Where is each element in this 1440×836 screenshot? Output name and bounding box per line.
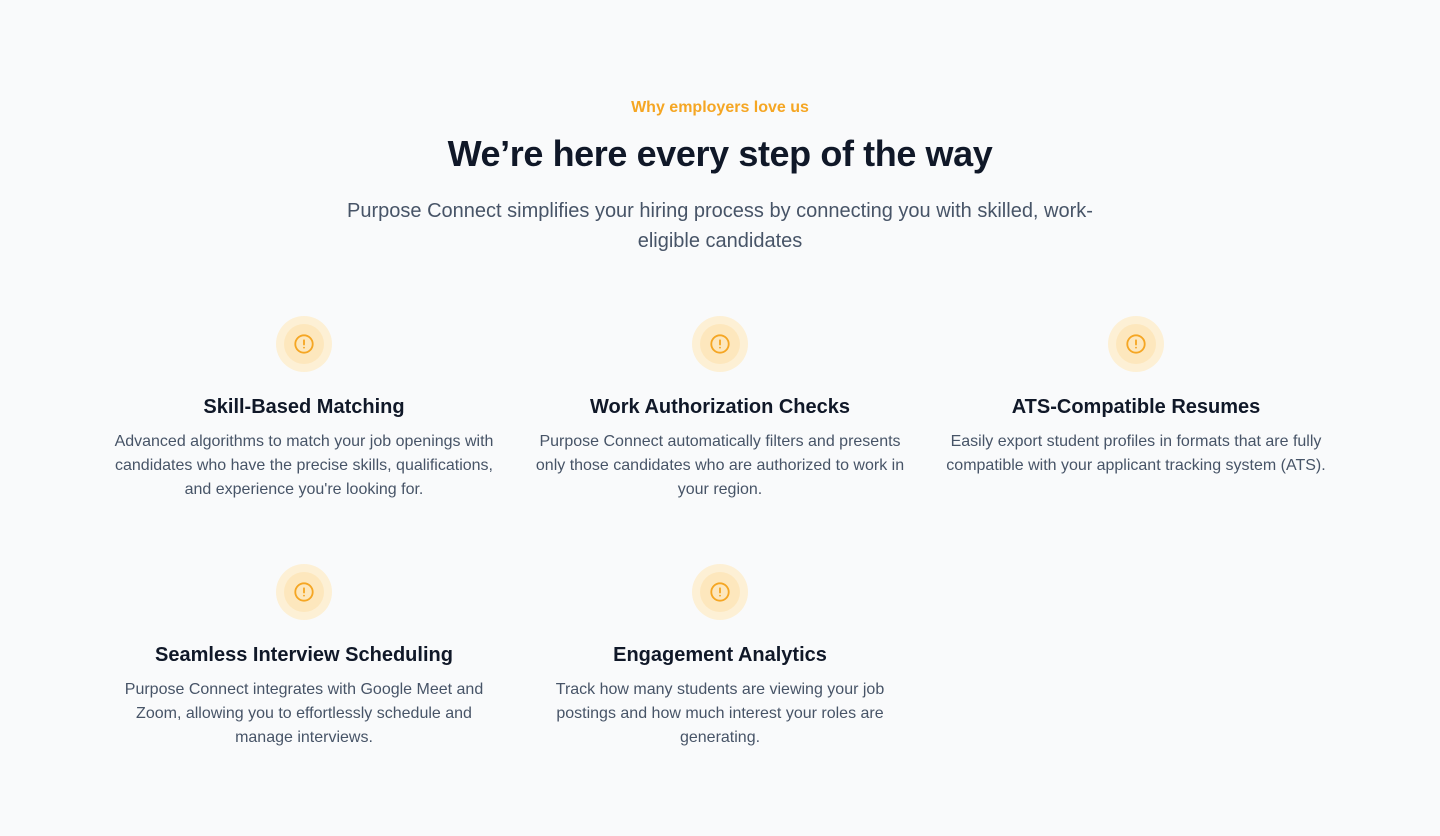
section-eyebrow: Why employers love us bbox=[631, 99, 809, 116]
features-grid: Skill-Based Matching Advanced algorithms… bbox=[96, 316, 1344, 750]
feature-icon-container bbox=[692, 564, 748, 620]
feature-icon-container bbox=[692, 316, 748, 372]
feature-title: ATS-Compatible Resumes bbox=[1011, 396, 1261, 418]
section-headline: We’re here every step of the way bbox=[447, 133, 993, 174]
alert-circle-icon bbox=[294, 334, 314, 354]
section-supporting-text: Purpose Connect simplifies your hiring p… bbox=[347, 200, 1093, 252]
feature-title: Work Authorization Checks bbox=[589, 396, 851, 418]
alert-circle-icon bbox=[294, 582, 314, 602]
alert-circle-icon bbox=[710, 334, 730, 354]
feature-item-work-authorization-checks: Work Authorization Checks Purpose Connec… bbox=[512, 316, 928, 502]
feature-description: Advanced algorithms to match your job op… bbox=[114, 433, 494, 498]
feature-description: Purpose Connect automatically filters an… bbox=[535, 433, 905, 498]
feature-item-ats-compatible-resumes: ATS-Compatible Resumes Easily export stu… bbox=[928, 316, 1344, 502]
feature-description: Easily export student profiles in format… bbox=[946, 433, 1326, 474]
feature-item-skill-based-matching: Skill-Based Matching Advanced algorithms… bbox=[96, 316, 512, 502]
feature-title: Skill-Based Matching bbox=[203, 396, 405, 418]
feature-icon-container bbox=[276, 564, 332, 620]
feature-title: Engagement Analytics bbox=[613, 644, 827, 666]
feature-title: Seamless Interview Scheduling bbox=[155, 644, 453, 666]
features-section: Why employers love us We’re here every s… bbox=[0, 0, 1440, 836]
alert-circle-icon bbox=[1126, 334, 1146, 354]
feature-description: Purpose Connect integrates with Google M… bbox=[124, 681, 484, 746]
feature-description: Track how many students are viewing your… bbox=[555, 681, 885, 746]
feature-item-engagement-analytics: Engagement Analytics Track how many stud… bbox=[512, 564, 928, 750]
feature-item-seamless-interview-scheduling: Seamless Interview Scheduling Purpose Co… bbox=[96, 564, 512, 750]
feature-icon-container bbox=[276, 316, 332, 372]
feature-icon-container bbox=[1108, 316, 1164, 372]
alert-circle-icon bbox=[710, 582, 730, 602]
